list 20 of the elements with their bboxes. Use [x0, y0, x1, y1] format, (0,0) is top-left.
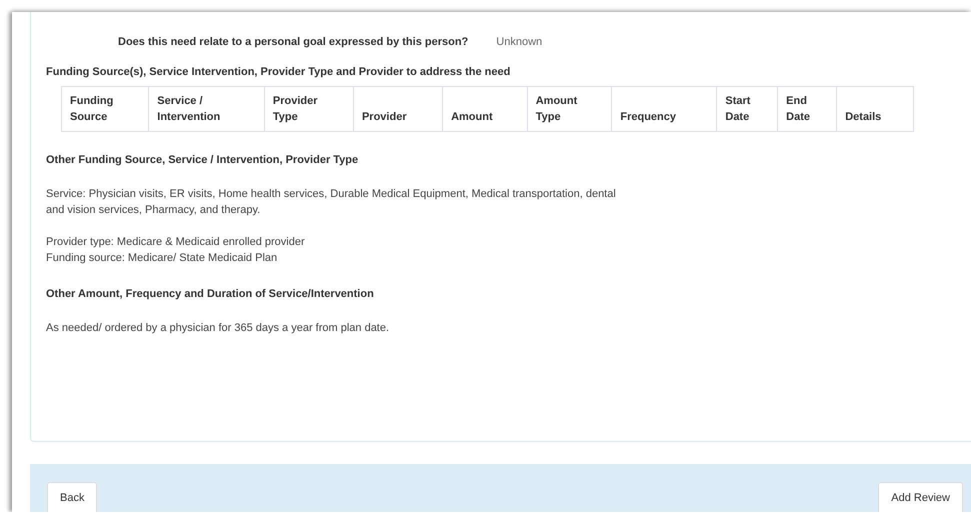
- section-heading: Funding Source(s), Service Intervention, Provider Type and Provider to address the need: [46, 66, 512, 78]
- column-header: Provider Type: [264, 86, 354, 132]
- section-heading: Other Funding Source, Service / Intervention, Provider Type: [46, 154, 360, 166]
- paragraph: As needed/ ordered by a physician for 365 days a year from plan date.: [46, 321, 390, 336]
- column-header: Frequency: [612, 86, 717, 132]
- column-header: Provider: [353, 86, 443, 132]
- question-value: Unknown: [496, 36, 542, 48]
- column-header: Amount: [442, 86, 528, 132]
- paragraph: Service: Physician visits, ER visits, Home health services, Durable Medical Equipment, Medical transportation, dental and vision services, Pharmacy, and therapy.: [46, 187, 617, 218]
- back-button[interactable]: Back: [47, 482, 98, 512]
- column-header: Funding Source: [62, 86, 149, 132]
- column-header: Amount Type: [527, 86, 612, 132]
- column-header: Start Date: [716, 86, 778, 132]
- column-header: Details: [836, 86, 914, 132]
- section-heading: Other Amount, Frequency and Duration of Service/Intervention: [46, 288, 375, 300]
- paragraph: Provider type: Medicare & Medicaid enrolled provider Funding source: Medicare/ State Medicaid Plan: [46, 235, 306, 266]
- column-header: Service / Intervention: [148, 86, 264, 132]
- add-review-button[interactable]: Add Review: [878, 482, 963, 512]
- column-header: End Date: [778, 86, 837, 132]
- question-label: Does this need relate to a personal goal expressed by this person?: [118, 36, 468, 48]
